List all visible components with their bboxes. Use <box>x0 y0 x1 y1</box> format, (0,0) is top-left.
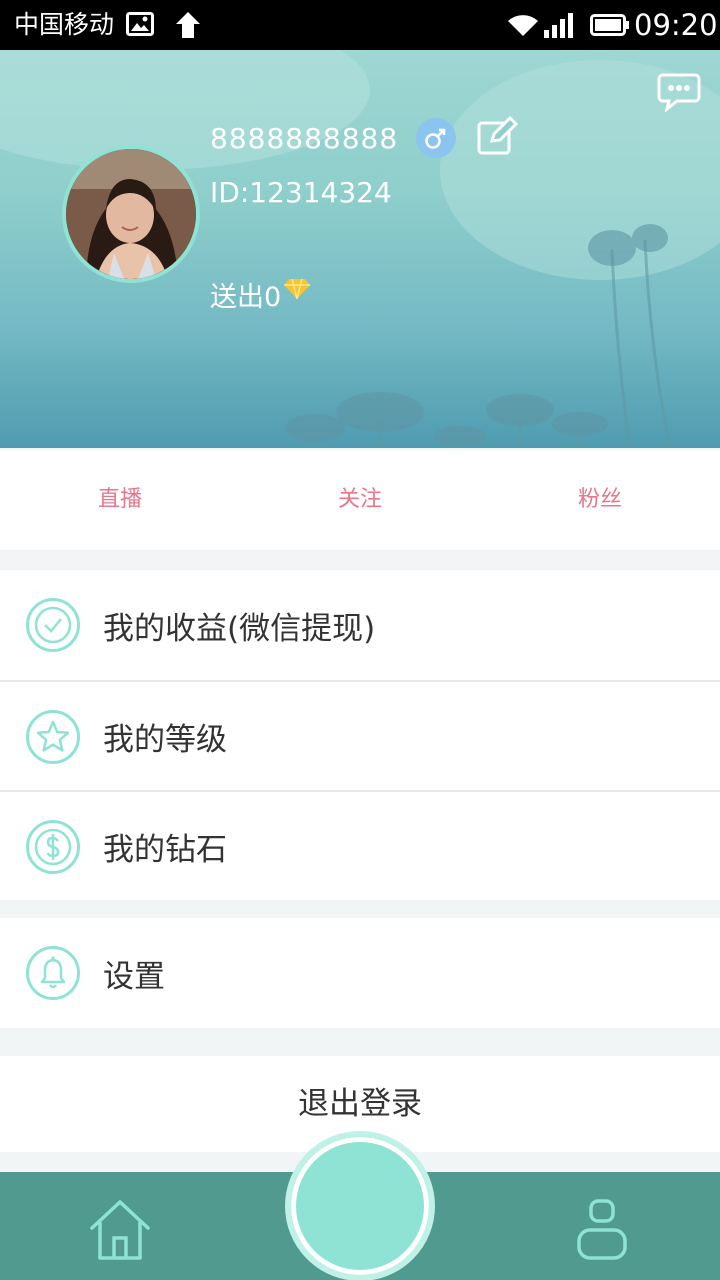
user-id: ID:12314324 <box>210 176 392 209</box>
bell-icon <box>26 946 80 1000</box>
profile-icon[interactable] <box>576 1198 628 1262</box>
profile-header: 8888888888 ID:12314324 送出0 <box>0 50 720 448</box>
menu-item-level[interactable]: 我的等级 <box>0 680 720 790</box>
tab-fans[interactable]: 粉丝 <box>480 450 720 550</box>
gifts-sent: 送出0 <box>210 276 311 313</box>
male-gender-icon <box>416 118 456 158</box>
image-icon <box>126 12 154 36</box>
avatar[interactable] <box>62 145 200 283</box>
clock: 09:20 <box>634 8 718 42</box>
menu-item-diamonds[interactable]: 我的钻石 <box>0 790 720 900</box>
avatar-photo <box>66 149 196 279</box>
tab-live[interactable]: 直播 <box>0 450 240 550</box>
profile-tabs: 直播 关注 粉丝 <box>0 450 720 550</box>
menu-item-earnings-label: 我的收益(微信提现) <box>103 610 376 647</box>
chat-bubble-icon[interactable] <box>657 72 701 112</box>
check-circle-icon <box>26 598 80 652</box>
carrier-name: 中国移动 <box>14 10 115 39</box>
username: 8888888888 <box>210 122 399 155</box>
wifi-icon <box>508 15 538 36</box>
menu-item-settings-label: 设置 <box>103 958 165 995</box>
signal-icon <box>544 13 573 38</box>
tab-following[interactable]: 关注 <box>240 450 480 550</box>
menu-item-settings[interactable]: 设置 <box>0 918 720 1028</box>
menu-group-settings: 设置 <box>0 918 720 1028</box>
star-circle-icon <box>26 710 80 764</box>
upload-arrow-icon <box>176 12 200 38</box>
status-bar: 中国移动 09:20 <box>0 0 720 50</box>
home-icon[interactable] <box>88 1198 152 1262</box>
gifts-sent-label: 送出0 <box>210 281 282 313</box>
edit-profile-icon[interactable] <box>476 114 518 156</box>
battery-icon <box>590 14 629 36</box>
menu-item-level-label: 我的等级 <box>103 721 227 758</box>
dollar-circle-icon <box>26 820 80 874</box>
diamond-icon <box>284 278 311 300</box>
menu-group-account: 我的收益(微信提现) 我的等级 我的钻石 <box>0 570 720 900</box>
go-live-center-button[interactable] <box>285 1131 435 1280</box>
menu-item-earnings[interactable]: 我的收益(微信提现) <box>0 570 720 680</box>
menu-item-diamonds-label: 我的钻石 <box>103 831 227 868</box>
